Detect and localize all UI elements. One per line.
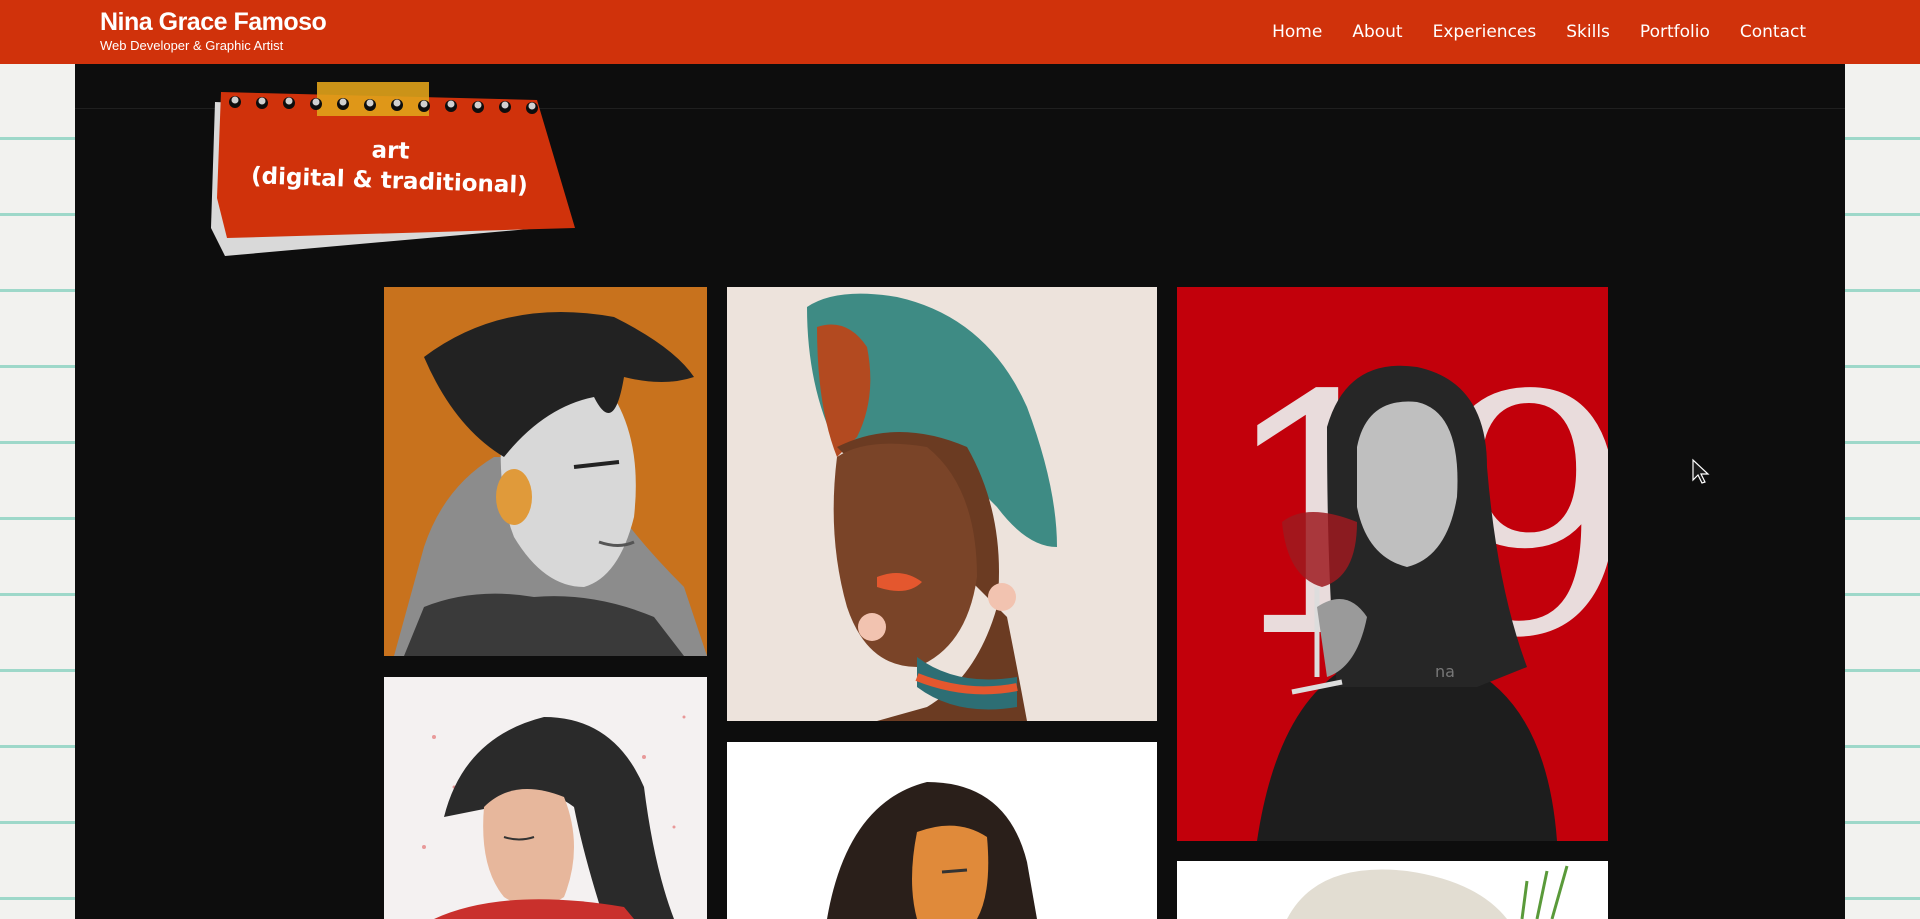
- nav-home[interactable]: Home: [1272, 22, 1322, 42]
- nav-about[interactable]: About: [1352, 22, 1402, 42]
- nav-portfolio[interactable]: Portfolio: [1640, 22, 1710, 42]
- artwork-portrait-glow[interactable]: [727, 742, 1157, 919]
- brand-subtitle: Web Developer & Graphic Artist: [100, 38, 284, 53]
- section-tag-text: art (digital & traditional): [244, 131, 536, 201]
- nav-contact[interactable]: Contact: [1740, 22, 1806, 42]
- artwork-image: [727, 287, 1157, 721]
- brand-name[interactable]: Nina Grace Famoso: [100, 8, 327, 36]
- artwork-image: [1177, 861, 1608, 919]
- artwork-watercolor-portrait[interactable]: [384, 677, 707, 919]
- artwork-image: [384, 287, 707, 656]
- svg-text:na: na: [1435, 662, 1455, 681]
- brand[interactable]: Nina Grace Famoso Web Developer & Graphi…: [100, 8, 327, 54]
- artwork-portrait-cropped[interactable]: [1177, 861, 1608, 919]
- artwork-image: [727, 742, 1157, 919]
- nav-skills[interactable]: Skills: [1566, 22, 1610, 42]
- artwork-image: 19 na: [1177, 287, 1608, 841]
- artwork-portrait-headwrap-woman[interactable]: [727, 287, 1157, 721]
- artwork-image: [384, 677, 707, 919]
- main-nav: Home About Experiences Skills Portfolio …: [1242, 0, 1806, 64]
- site-header: Nina Grace Famoso Web Developer & Graphi…: [0, 0, 1920, 64]
- artwork-portrait-orange-boy[interactable]: [384, 287, 707, 656]
- artwork-portrait-wine-glass-19[interactable]: 19 na: [1177, 287, 1608, 841]
- mouse-cursor-icon: [1691, 458, 1711, 489]
- section-tag: art (digital & traditional): [205, 78, 575, 258]
- nav-experiences[interactable]: Experiences: [1433, 22, 1537, 42]
